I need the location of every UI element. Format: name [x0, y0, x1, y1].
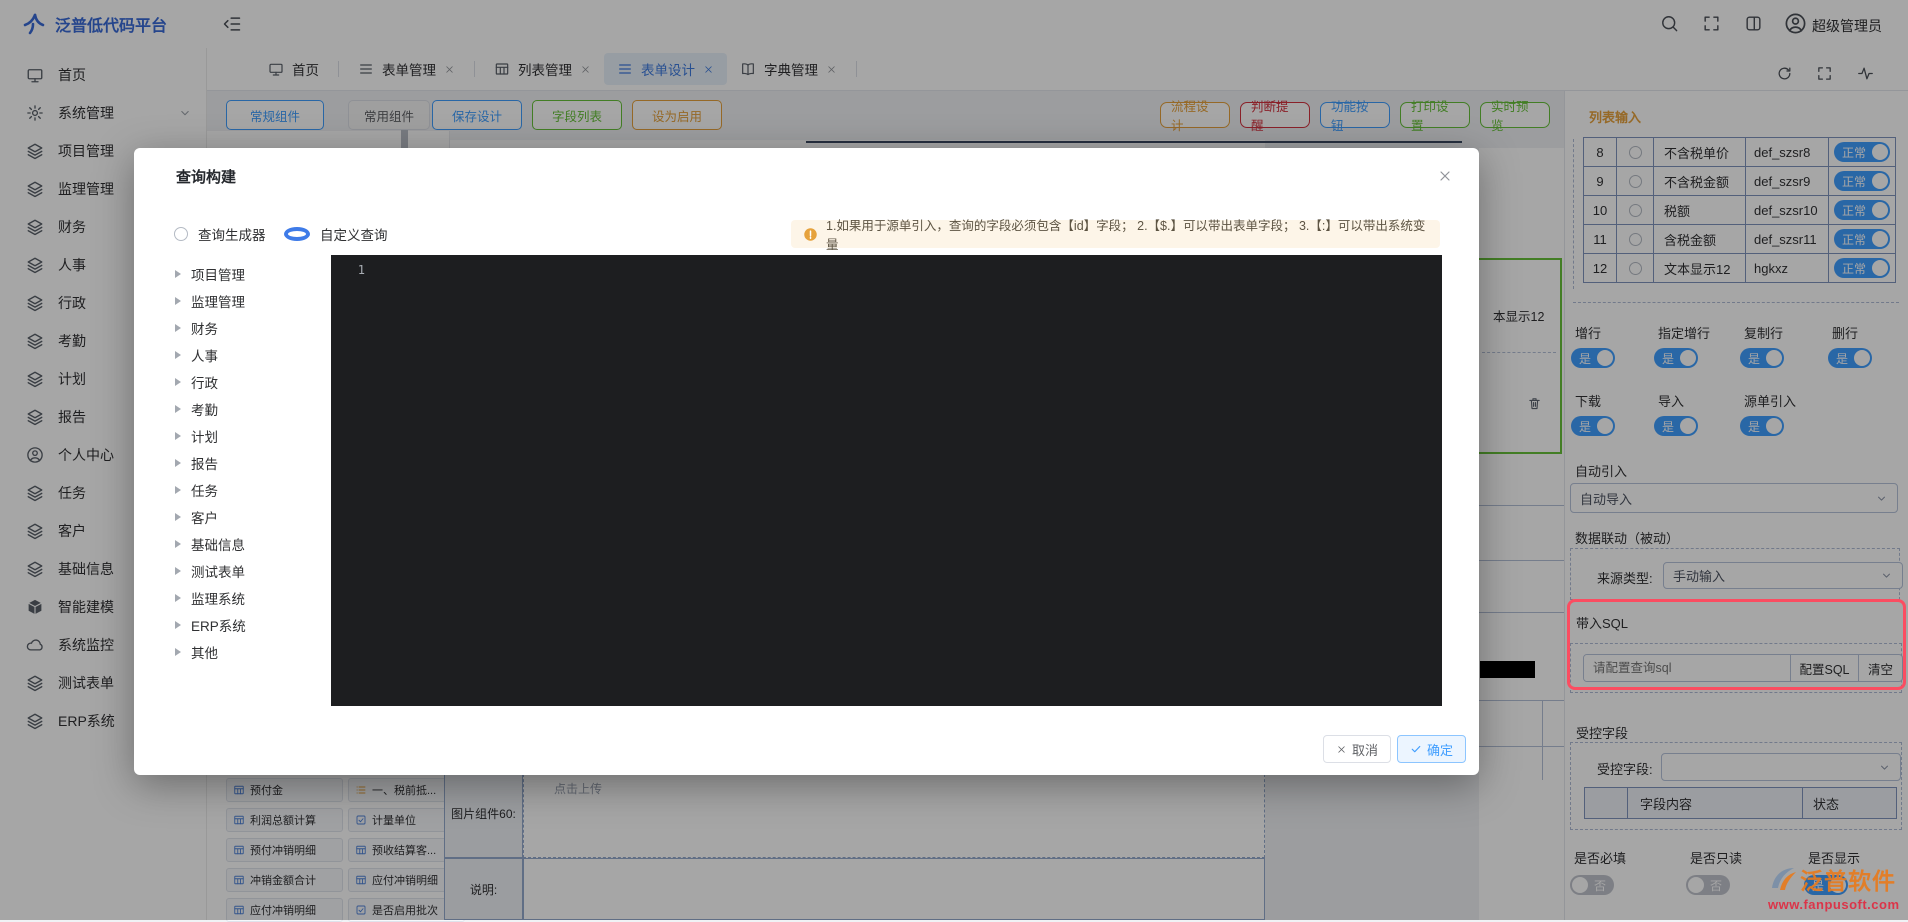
radio-circle[interactable] — [174, 227, 188, 241]
confirm-button[interactable]: 确定 — [1397, 735, 1466, 763]
cancel-button[interactable]: 取消 — [1323, 735, 1391, 763]
module-tree: 项目管理监理管理财务人事行政考勤计划报告任务客户基础信息测试表单监理系统 ERP系… — [175, 260, 325, 665]
sql-code-editor[interactable]: 1 — [331, 255, 1442, 706]
tree-node-label: 任务 — [191, 480, 218, 500]
warning-banner: 1.如果用于源单引入，查询的字段必须包含【id】字段； 2.【$.】可以带出表单… — [791, 220, 1440, 248]
tree-node-15[interactable]: 其他 — [175, 638, 325, 665]
tree-node-label: 考勤 — [191, 399, 218, 419]
tree-node-label: 财务 — [191, 318, 218, 338]
caret-right-icon[interactable] — [175, 270, 181, 278]
query-builder-modal: 查询构建 查询生成器 自定义查询 1.如果用于源单引入，查询的字段必须包含【id… — [134, 148, 1479, 775]
tree-node-14[interactable]: ERP系统 — [175, 611, 325, 638]
tree-node-13[interactable]: 监理系统 — [175, 584, 325, 611]
tree-node-label: 客户 — [191, 507, 218, 527]
caret-right-icon[interactable] — [175, 648, 181, 656]
check-icon — [1410, 743, 1422, 755]
tree-node-label: ERP系统 — [191, 615, 246, 635]
tree-node-label: 测试表单 — [191, 561, 245, 581]
radio-label: 自定义查询 — [320, 224, 388, 244]
warning-icon — [803, 227, 818, 242]
tree-node-2[interactable]: 监理管理 — [175, 287, 325, 314]
watermark-url: www.fanpusoft.com — [1768, 897, 1900, 912]
tree-node-label: 其他 — [191, 642, 218, 662]
caret-right-icon[interactable] — [175, 594, 181, 602]
tree-node-4[interactable]: 人事 — [175, 341, 325, 368]
tree-node-12[interactable]: 测试表单 — [175, 557, 325, 584]
caret-right-icon[interactable] — [175, 540, 181, 548]
tree-node-label: 人事 — [191, 345, 218, 365]
warning-text: 1.如果用于源单引入，查询的字段必须包含【id】字段； 2.【$.】可以带出表单… — [826, 215, 1428, 253]
watermark-name: 泛普软件 — [1800, 862, 1896, 896]
tree-node-label: 计划 — [191, 426, 218, 446]
radio-label: 查询生成器 — [198, 224, 266, 244]
radio-custom-query[interactable]: 自定义查询 — [284, 224, 388, 244]
tree-node-6[interactable]: 考勤 — [175, 395, 325, 422]
tree-node-label: 监理系统 — [191, 588, 245, 608]
tree-node-11[interactable]: 基础信息 — [175, 530, 325, 557]
watermark-logo-icon — [1768, 864, 1798, 894]
tree-node-5[interactable]: 行政 — [175, 368, 325, 395]
radio-query-generator[interactable]: 查询生成器 — [174, 224, 266, 244]
tree-node-10[interactable]: 客户 — [175, 503, 325, 530]
caret-right-icon[interactable] — [175, 432, 181, 440]
caret-right-icon[interactable] — [175, 378, 181, 386]
caret-right-icon[interactable] — [175, 324, 181, 332]
watermark: 泛普软件 www.fanpusoft.com — [1768, 862, 1900, 912]
modal-title: 查询构建 — [176, 166, 236, 187]
caret-right-icon[interactable] — [175, 621, 181, 629]
tree-node-8[interactable]: 报告 — [175, 449, 325, 476]
tree-node-label: 行政 — [191, 372, 218, 392]
close-icon[interactable] — [1437, 168, 1453, 184]
caret-right-icon[interactable] — [175, 351, 181, 359]
caret-right-icon[interactable] — [175, 459, 181, 467]
caret-right-icon[interactable] — [175, 567, 181, 575]
tree-node-label: 项目管理 — [191, 264, 245, 284]
editor-line-number: 1 — [345, 263, 365, 277]
caret-right-icon[interactable] — [175, 405, 181, 413]
radio-circle[interactable] — [284, 227, 310, 241]
cancel-label: 取消 — [1352, 740, 1378, 759]
tree-node-1[interactable]: 项目管理 — [175, 260, 325, 287]
confirm-label: 确定 — [1427, 740, 1453, 759]
tree-node-label: 报告 — [191, 453, 218, 473]
tree-node-label: 监理管理 — [191, 291, 245, 311]
tree-node-7[interactable]: 计划 — [175, 422, 325, 449]
caret-right-icon[interactable] — [175, 297, 181, 305]
caret-right-icon[interactable] — [175, 486, 181, 494]
tree-node-9[interactable]: 任务 — [175, 476, 325, 503]
close-small-icon — [1336, 744, 1347, 755]
tree-node-3[interactable]: 财务 — [175, 314, 325, 341]
tree-node-label: 基础信息 — [191, 534, 245, 554]
caret-right-icon[interactable] — [175, 513, 181, 521]
